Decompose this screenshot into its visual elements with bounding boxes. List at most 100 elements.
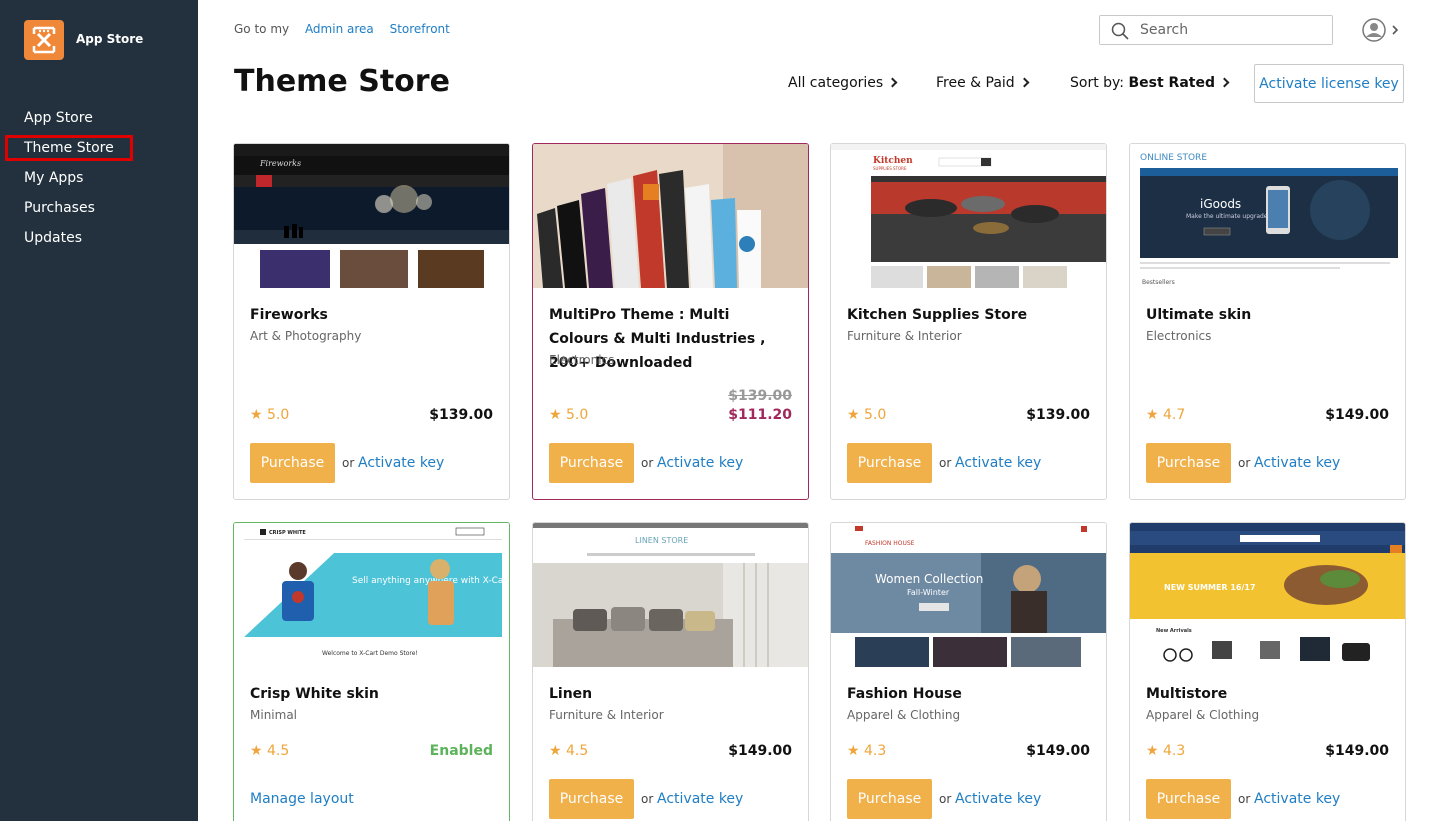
activate-key-link[interactable]: Activate key [358, 455, 444, 471]
admin-area-link[interactable]: Admin area [305, 22, 374, 36]
preview-logo: LINEN STORE [635, 536, 688, 545]
theme-card-linen[interactable]: LINEN STORE Linen Furniture & Interior ★… [532, 522, 809, 821]
theme-price: $139.00 [429, 407, 493, 423]
manage-layout-link[interactable]: Manage layout [250, 791, 354, 807]
search-input[interactable] [1140, 20, 1320, 40]
categories-filter[interactable]: All categories [788, 75, 898, 91]
theme-rating: ★ 5.0 [549, 407, 588, 423]
activate-license-button[interactable]: Activate license key [1254, 64, 1404, 103]
sidebar-item-updates[interactable]: Updates [0, 224, 198, 254]
activate-key-link[interactable]: Activate key [1254, 455, 1340, 471]
theme-name[interactable]: Linen [549, 682, 792, 706]
preview-logo-sub: SUPPLIES STORE [873, 166, 907, 171]
rating-value: 4.5 [566, 743, 589, 759]
multipro-preview-image [533, 144, 808, 288]
theme-card-ultimate[interactable]: ONLINE STORE iGoods Make the ultimate up… [1129, 143, 1406, 500]
sidebar-item-purchases[interactable]: Purchases [0, 194, 198, 224]
theme-rating: ★ 4.3 [847, 743, 886, 759]
theme-category: Furniture & Interior [549, 708, 664, 722]
theme-name[interactable]: Fashion House [847, 682, 1090, 706]
sidebar-item-theme-store[interactable]: Theme Store [0, 134, 198, 164]
activate-key-link[interactable]: Activate key [657, 455, 743, 471]
theme-card-fireworks[interactable]: Fireworks Fireworks Art & Photography ★ … [233, 143, 510, 500]
activate-key-link[interactable]: Activate key [1254, 791, 1340, 807]
xcart-logo-icon [32, 26, 56, 54]
rating-value: 4.7 [1163, 407, 1186, 423]
theme-preview[interactable] [533, 144, 808, 288]
app-logo[interactable] [24, 20, 64, 60]
theme-name[interactable]: Kitchen Supplies Store [847, 303, 1090, 327]
theme-price: $149.00 [1325, 743, 1389, 759]
theme-rating: ★ 4.7 [1146, 407, 1185, 423]
theme-card-fashion-house[interactable]: FASHION HOUSE Women Collection Fall-Wint… [830, 522, 1107, 821]
theme-card-multistore[interactable]: NEW SUMMER 16/17 New Arrivals Multistore… [1129, 522, 1406, 821]
user-menu[interactable] [1362, 17, 1402, 43]
preview-banner: NEW SUMMER 16/17 [1164, 583, 1256, 592]
activate-key-link[interactable]: Activate key [955, 791, 1041, 807]
theme-preview[interactable]: ONLINE STORE iGoods Make the ultimate up… [1130, 144, 1405, 288]
activate-key-link[interactable]: Activate key [955, 455, 1041, 471]
purchase-button[interactable]: Purchase [250, 443, 335, 483]
theme-rating: ★ 5.0 [847, 407, 886, 423]
sort-label: Sort by: [1070, 75, 1125, 91]
preview-hero: Women Collection [875, 572, 983, 586]
preview-logo: FASHION HOUSE [865, 540, 915, 547]
theme-price: $149.00 [728, 743, 792, 759]
theme-rating: ★ 4.5 [250, 743, 289, 759]
sidebar-item-label: App Store [24, 110, 93, 126]
preview-logo: Fireworks [259, 159, 301, 168]
goto-label: Go to my [234, 22, 290, 36]
purchase-button[interactable]: Purchase [1146, 443, 1231, 483]
theme-price: $139.00 [1026, 407, 1090, 423]
theme-card-multipro[interactable]: MultiPro Theme : Multi Colours & Multi I… [532, 143, 809, 500]
or-text: or [641, 456, 654, 470]
star-icon: ★ [1146, 407, 1159, 423]
star-icon: ★ [847, 407, 860, 423]
theme-preview[interactable]: Kitchen SUPPLIES STORE [831, 144, 1106, 288]
storefront-link[interactable]: Storefront [390, 22, 450, 36]
purchase-button[interactable]: Purchase [847, 443, 932, 483]
activate-key-link[interactable]: Activate key [657, 791, 743, 807]
search-box[interactable] [1099, 15, 1333, 45]
theme-category: Apparel & Clothing [847, 708, 961, 722]
theme-rating: ★ 5.0 [250, 407, 289, 423]
fireworks-preview-image: Fireworks [234, 144, 509, 288]
sidebar-item-app-store[interactable]: App Store [0, 104, 198, 134]
theme-preview[interactable]: Fireworks [234, 144, 509, 288]
linen-preview-image: LINEN STORE [533, 523, 808, 667]
sidebar-item-label: Theme Store [5, 135, 133, 161]
theme-category: Apparel & Clothing [1146, 708, 1260, 722]
purchase-button[interactable]: Purchase [1146, 779, 1231, 819]
theme-name[interactable]: Ultimate skin [1146, 303, 1389, 327]
theme-preview[interactable]: NEW SUMMER 16/17 New Arrivals [1130, 523, 1405, 667]
price-filter-label: Free & Paid [936, 75, 1015, 91]
sidebar-item-my-apps[interactable]: My Apps [0, 164, 198, 194]
theme-name[interactable]: Multistore [1146, 682, 1389, 706]
theme-preview[interactable]: CRISP WHITE Sell anything anywhere with … [234, 523, 509, 667]
theme-card-crisp-white[interactable]: CRISP WHITE Sell anything anywhere with … [233, 522, 510, 821]
theme-name[interactable]: Fireworks [250, 303, 493, 327]
sort-value: Best Rated [1128, 75, 1215, 91]
star-icon: ★ [549, 407, 562, 423]
theme-price: $149.00 [1026, 743, 1090, 759]
purchase-button[interactable]: Purchase [549, 779, 634, 819]
star-icon: ★ [847, 743, 860, 759]
theme-old-price: $139.00 [728, 388, 792, 404]
purchase-button[interactable]: Purchase [549, 443, 634, 483]
theme-rating: ★ 4.3 [1146, 743, 1185, 759]
crisp-white-preview-image: CRISP WHITE Sell anything anywhere with … [234, 523, 509, 667]
theme-rating: ★ 4.5 [549, 743, 588, 759]
sort-filter[interactable]: Sort by: Best Rated [1070, 75, 1230, 91]
theme-card-kitchen[interactable]: Kitchen SUPPLIES STORE Kitchen Supplies … [830, 143, 1107, 500]
sidebar-item-label: My Apps [24, 170, 84, 186]
theme-preview[interactable]: FASHION HOUSE Women Collection Fall-Wint… [831, 523, 1106, 667]
sidebar-item-label: Updates [24, 230, 82, 246]
price-filter[interactable]: Free & Paid [936, 75, 1030, 91]
user-avatar-icon [1362, 18, 1399, 42]
purchase-button[interactable]: Purchase [847, 779, 932, 819]
chevron-right-icon [1019, 77, 1030, 88]
theme-preview[interactable]: LINEN STORE [533, 523, 808, 667]
theme-name[interactable]: Crisp White skin [250, 682, 493, 706]
theme-category: Furniture & Interior [847, 329, 962, 343]
search-icon [1111, 22, 1129, 40]
